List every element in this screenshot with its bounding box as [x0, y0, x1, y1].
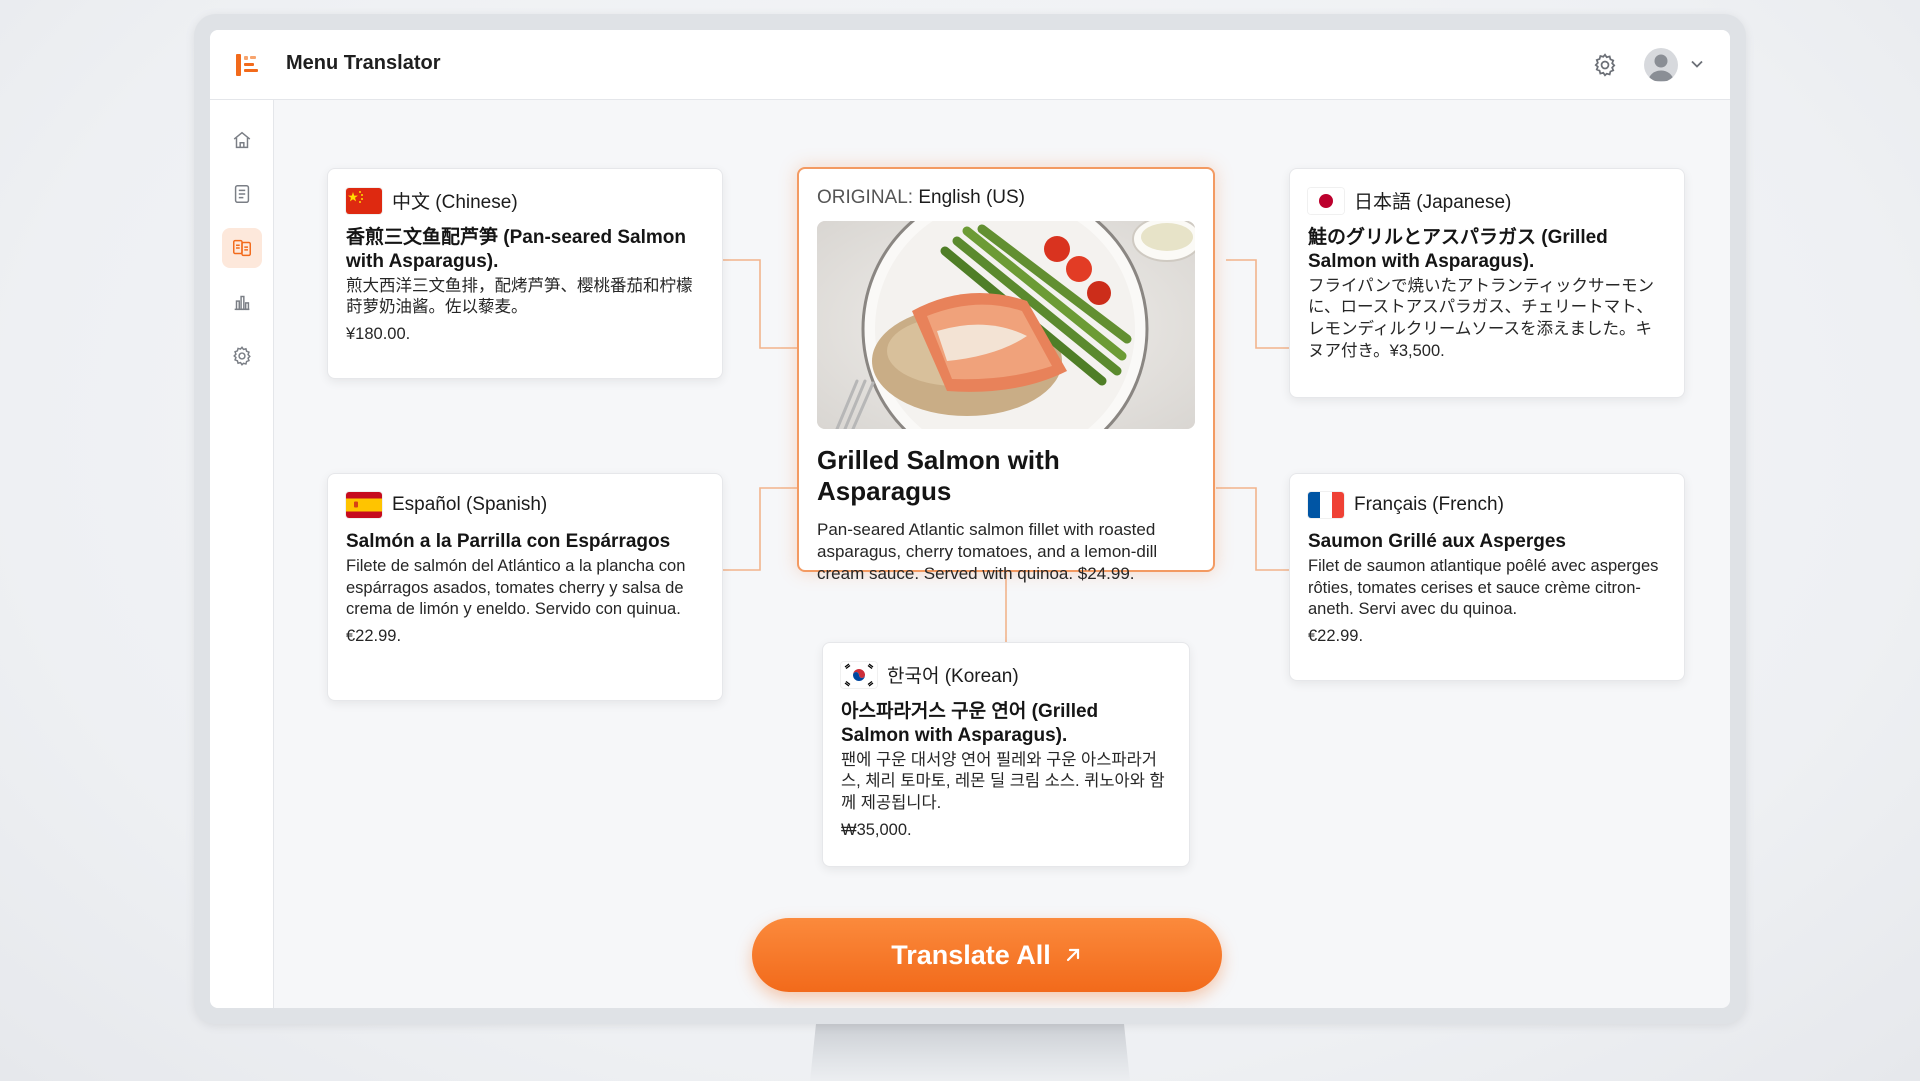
dish-description: Filete de salmón del Atlántico a la plan…: [346, 556, 686, 619]
chevron-down-icon[interactable]: [1690, 59, 1704, 69]
language-name: 한국어 (Korean): [887, 666, 1019, 687]
dish-price: €22.99.: [1308, 627, 1364, 646]
app-title: Menu Translator: [286, 52, 441, 74]
flag-china-icon: [346, 187, 382, 214]
original-language-label: ORIGINAL: English (US): [817, 187, 1026, 208]
dish-title: Saumon Grillé aux Asperges: [1308, 531, 1566, 552]
flag-korea-icon: [841, 661, 877, 688]
translate-all-label: Translate All: [891, 939, 1051, 970]
home-icon: [233, 131, 251, 149]
language-name: Español (Spanish): [392, 494, 548, 515]
sidebar-item-translate[interactable]: [222, 228, 262, 268]
flag-japan-icon: [1308, 187, 1344, 214]
app-logo-icon: [236, 54, 258, 76]
user-avatar-icon[interactable]: [1644, 48, 1678, 82]
dish-price: ₩35,000.: [841, 820, 912, 839]
dish-price: €22.99.: [346, 627, 402, 646]
language-name: Français (French): [1354, 494, 1504, 515]
dish-title: 아스파라거스 구운 연어 (Grilled Salmon with Aspara…: [841, 701, 1099, 746]
dish-description: Filet de saumon atlantique poêlé avec as…: [1308, 556, 1659, 619]
document-icon: [234, 185, 250, 203]
top-bar: Menu Translator: [210, 30, 1730, 100]
translation-card-korean[interactable]: 한국어 (Korean) 아스파라거스 구운 연어 (Grilled Salmo…: [822, 642, 1190, 867]
translation-card-spanish[interactable]: Español (Spanish) Salmón a la Parrilla c…: [327, 473, 723, 701]
dish-description: 팬에 구운 대서양 연어 필레와 구운 아스파라거스, 체리 토마토, 레몬 딜…: [841, 750, 1165, 813]
flag-france-icon: [1308, 492, 1344, 518]
translation-card-french[interactable]: Français (French) Saumon Grillé aux Aspe…: [1289, 473, 1685, 681]
sidebar-item-home[interactable]: [222, 120, 262, 160]
language-name: 日本語 (Japanese): [1354, 192, 1512, 213]
monitor-stand: [810, 1020, 1130, 1081]
translation-card-japanese[interactable]: 日本語 (Japanese) 鮭のグリルとアスパラガス (Grilled Sal…: [1289, 168, 1685, 398]
arrow-up-right-icon: [1066, 948, 1079, 962]
monitor-frame: Menu Translator 中文 (Chinese) 香煎三文鱼配芦笋 (P…: [194, 14, 1746, 1024]
app-window: Menu Translator 中文 (Chinese) 香煎三文鱼配芦笋 (P…: [210, 30, 1730, 1008]
sidebar-item-documents[interactable]: [222, 174, 262, 214]
sidebar-item-analytics[interactable]: [222, 282, 262, 322]
dish-title: Salmón a la Parrilla con Espárragos: [346, 531, 671, 552]
flag-spain-icon: [346, 492, 382, 518]
sidebar-item-settings[interactable]: [222, 336, 262, 376]
dish-photo: [817, 221, 1195, 429]
dish-title: 香煎三文鱼配芦笋 (Pan-seared Salmon with Asparag…: [346, 227, 686, 272]
bar-chart-icon: [234, 295, 250, 311]
gear-icon: [233, 346, 251, 366]
gear-icon[interactable]: [1592, 52, 1618, 78]
language-name: 中文 (Chinese): [392, 192, 518, 213]
dish-title: 鮭のグリルとアスパラガス (Grilled Salmon with Aspara…: [1308, 227, 1608, 272]
dish-description: フライパンで焼いたアトランティックサーモンに、ローストアスパラガス、チェリートマ…: [1308, 276, 1655, 360]
original-dish-title: Grilled Salmon with Asparagus: [817, 445, 1060, 506]
translate-icon: [233, 239, 251, 257]
original-dish-description: Pan-seared Atlantic salmon fillet with r…: [817, 520, 1158, 584]
translation-card-chinese[interactable]: 中文 (Chinese) 香煎三文鱼配芦笋 (Pan-seared Salmon…: [327, 168, 723, 379]
translate-all-button[interactable]: Translate All: [752, 918, 1222, 992]
dish-price: ¥180.00.: [346, 325, 411, 344]
sidebar: [210, 100, 274, 1008]
dish-description: 煎大西洋三文鱼排，配烤芦笋、樱桃番茄和柠檬莳萝奶油酱。佐以藜麦。: [346, 276, 693, 317]
original-dish-card[interactable]: ORIGINAL: English (US) Grilled Salmon wi…: [797, 167, 1215, 583]
